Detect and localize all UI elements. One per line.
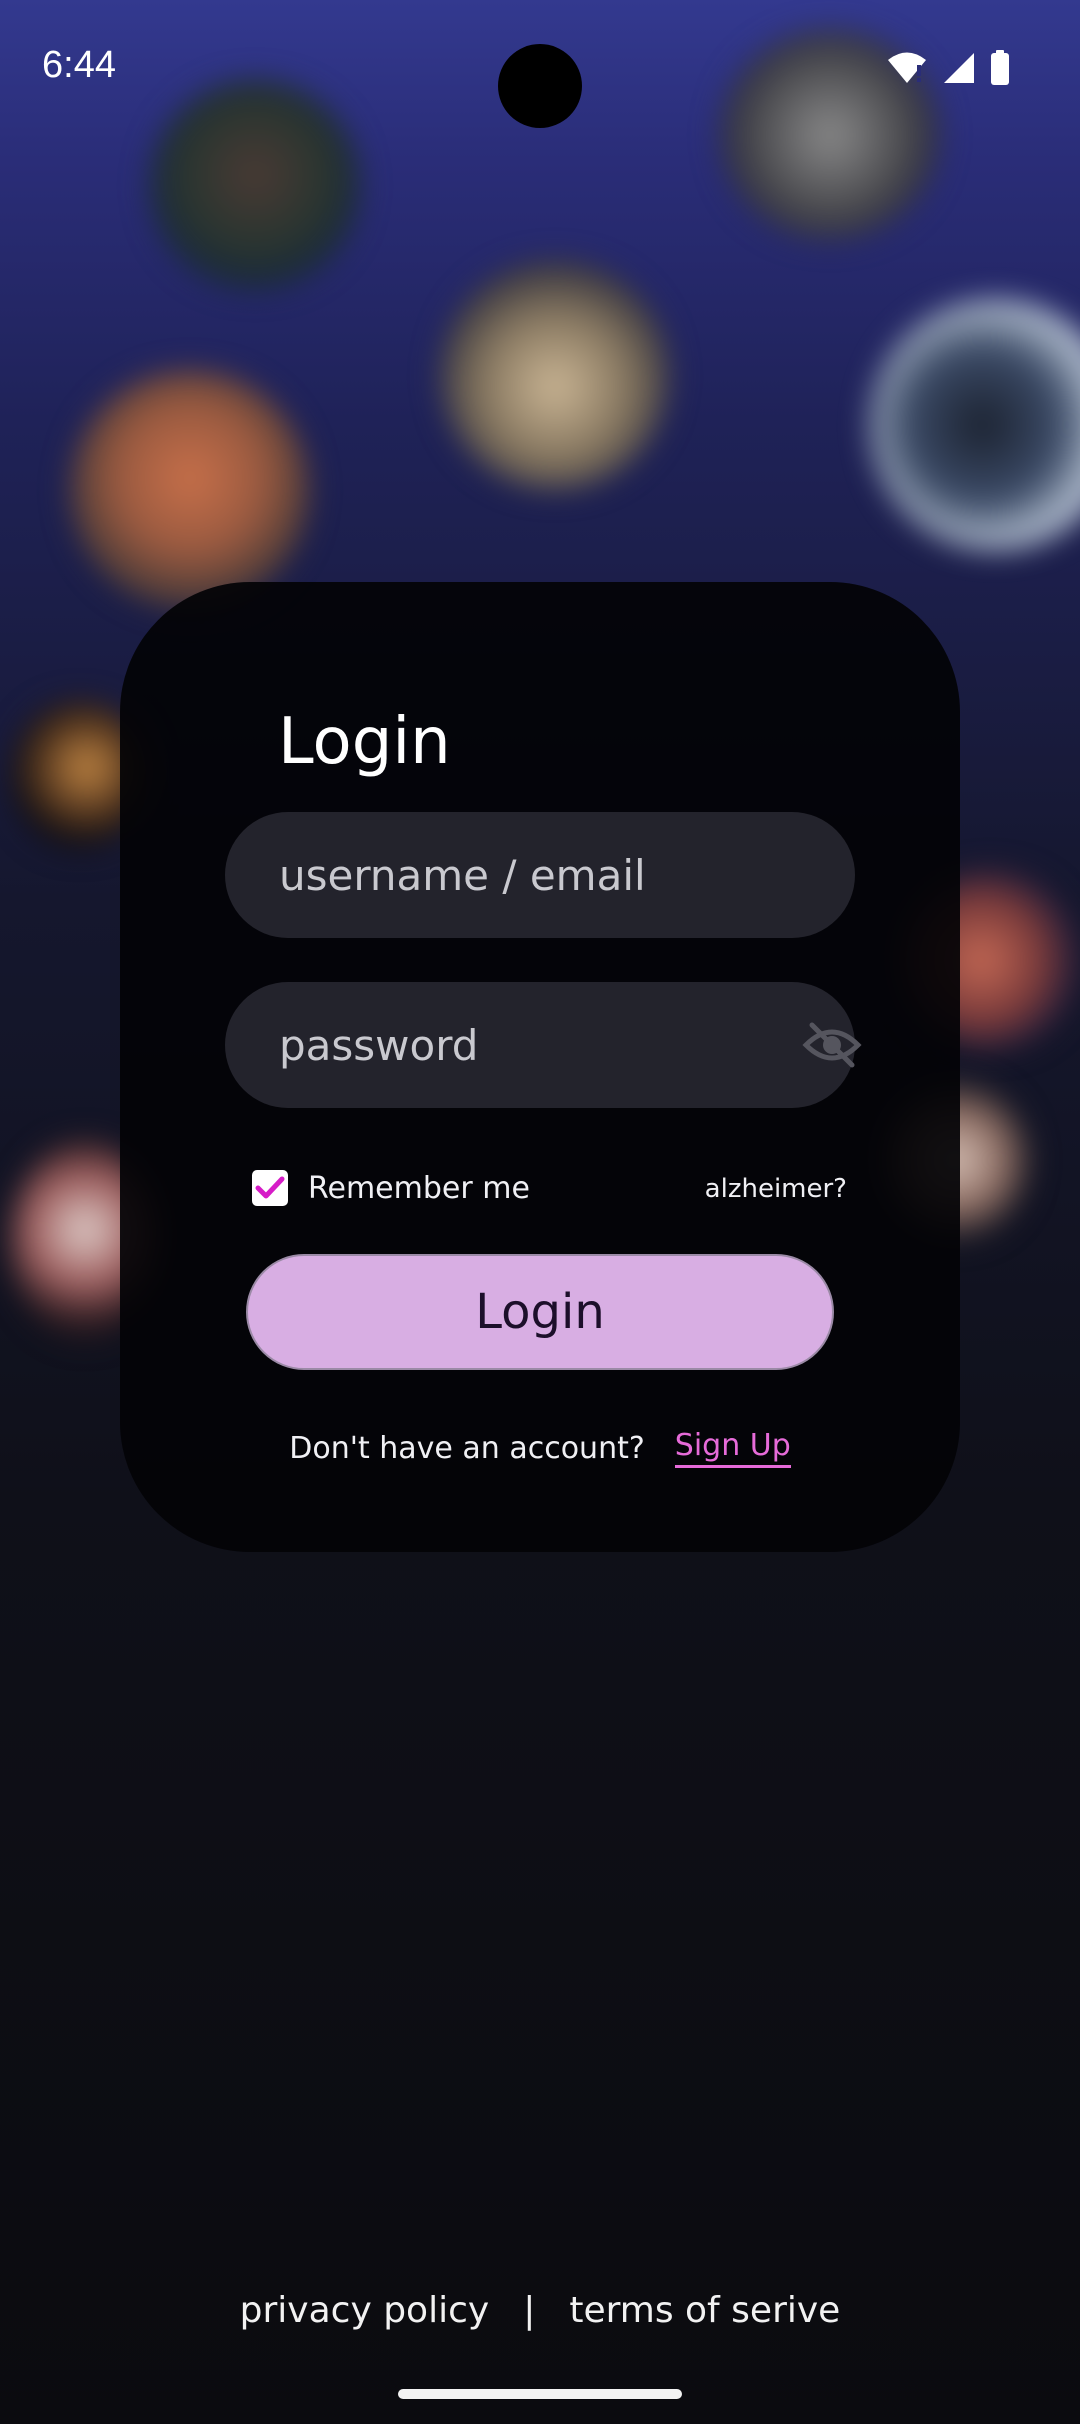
check-icon: [255, 1176, 285, 1199]
password-field[interactable]: [225, 982, 862, 1108]
home-indicator[interactable]: [398, 2389, 682, 2399]
signup-link[interactable]: Sign Up: [674, 1428, 791, 1468]
camera-cutout: [498, 44, 582, 128]
login-button[interactable]: Login: [246, 1254, 834, 1370]
background-avatar-bubble: [150, 80, 360, 290]
remember-me-checkbox[interactable]: [252, 1170, 288, 1206]
status-icons: [886, 50, 1010, 91]
login-screen: 6:44 Login username / email Remember me …: [0, 0, 1080, 2424]
terms-of-service-link[interactable]: terms of serive: [569, 2290, 840, 2331]
footer-links: privacy policy | terms of serive: [0, 2290, 1080, 2331]
login-title: Login: [278, 705, 451, 779]
remember-me-row: Remember me: [252, 1170, 530, 1206]
footer-separator: |: [523, 2290, 536, 2331]
background-avatar-bubble: [440, 260, 670, 490]
password-input[interactable]: [279, 1020, 802, 1070]
signup-row: Don't have an account? Sign Up: [0, 1428, 1080, 1468]
username-field[interactable]: [225, 812, 855, 938]
signal-icon: [942, 51, 976, 90]
username-input[interactable]: [279, 850, 825, 900]
forgot-password-link[interactable]: alzheimer?: [705, 1174, 847, 1204]
wifi-alert-icon: [886, 51, 928, 90]
battery-icon: [990, 50, 1010, 91]
signup-prompt: Don't have an account?: [289, 1430, 645, 1466]
remember-me-label: Remember me: [308, 1170, 530, 1206]
privacy-policy-link[interactable]: privacy policy: [240, 2290, 490, 2331]
background-avatar-bubble: [70, 370, 310, 610]
status-time: 6:44: [42, 44, 116, 86]
background-avatar-bubble: [870, 300, 1080, 550]
eye-off-icon[interactable]: [802, 1014, 862, 1076]
